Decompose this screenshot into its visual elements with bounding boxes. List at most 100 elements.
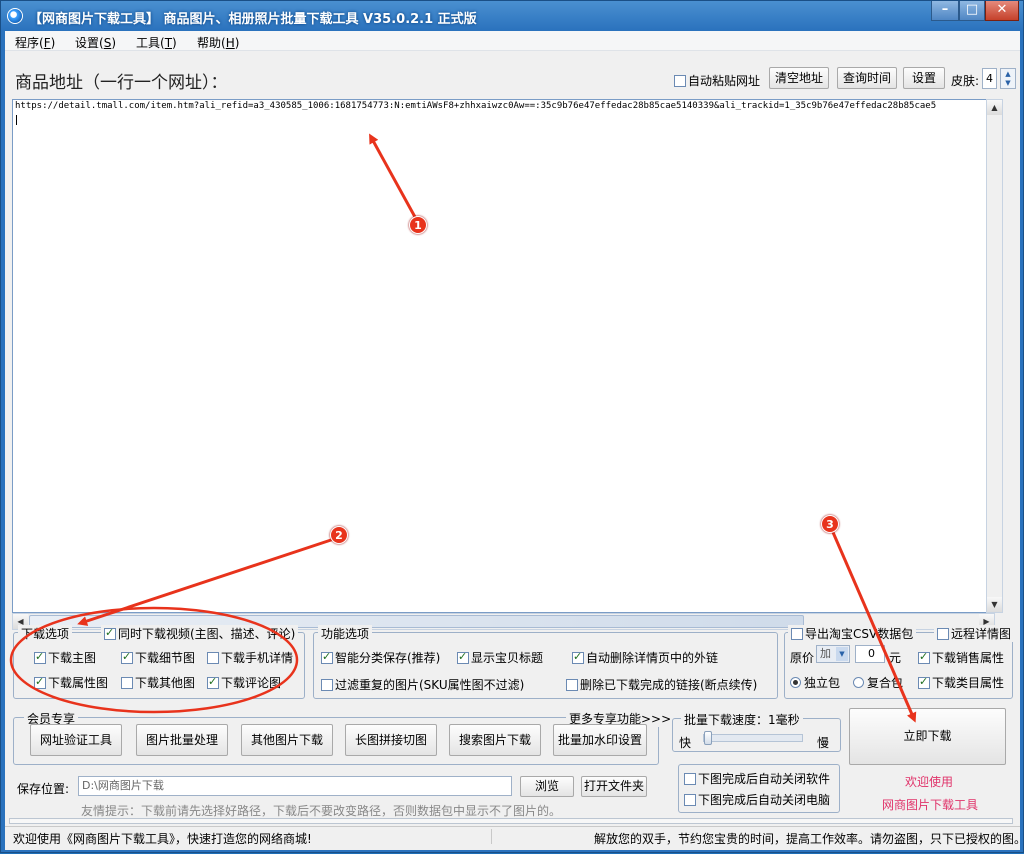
download-mobile-detail-checkbox[interactable]: 下载手机详情 <box>207 649 293 666</box>
status-divider <box>491 829 492 844</box>
annotation-marker-1: 1 <box>409 216 427 234</box>
download-review-image-checkbox[interactable]: 下载评论图 <box>207 674 281 691</box>
filter-duplicates-checkbox[interactable]: 过滤重复的图片(SKU属性图不过滤) <box>321 676 524 693</box>
settings-button[interactable]: 设置 <box>903 67 945 89</box>
scroll-up-icon[interactable]: ▲ <box>987 100 1002 115</box>
check-icon <box>572 650 584 664</box>
status-left-text: 欢迎使用《网商图片下载工具》，快速打造您的网络商城! <box>13 832 312 846</box>
download-other-image-checkbox[interactable]: 下载其他图 <box>121 674 195 691</box>
minimize-button[interactable]: – <box>931 1 959 21</box>
download-attribute-image-checkbox[interactable]: 下载属性图 <box>34 674 108 691</box>
menu-tools-label: 工具 <box>136 36 161 50</box>
query-time-button[interactable]: 查询时间 <box>837 67 897 89</box>
save-hint-text: 友情提示：下载前请先选择好路径，下载后不要改变路径，否则数据包中显示不了图片的。 <box>81 804 562 818</box>
clear-urls-button[interactable]: 清空地址 <box>769 67 829 89</box>
download-other-image-label: 下载其他图 <box>135 676 196 690</box>
menu-settings-hotkey: S <box>103 36 112 50</box>
skin-label: 皮肤: <box>951 74 980 88</box>
menu-settings[interactable]: 设置(S) <box>75 34 116 51</box>
radio-icon <box>853 677 864 688</box>
auto-paste-check-icon <box>674 75 686 87</box>
package-single-radio[interactable]: 独立包 <box>790 674 840 691</box>
download-sales-attr-checkbox[interactable]: 下载销售属性 <box>918 649 1004 666</box>
auto-paste-checkbox[interactable]: 自动粘贴网址 <box>674 72 760 89</box>
speed-slow-label: 慢 <box>817 736 830 750</box>
menu-tools[interactable]: 工具(T) <box>136 34 177 51</box>
vertical-scrollbar[interactable]: ▲ ▼ <box>986 99 1003 613</box>
check-icon <box>684 794 696 806</box>
spin-down-icon[interactable]: ▼ <box>1001 79 1015 88</box>
status-bar: 欢迎使用《网商图片下载工具》，快速打造您的网络商城! 解放您的双手，节约您宝贵的… <box>5 826 1024 846</box>
browse-button[interactable]: 浏览 <box>520 776 574 797</box>
download-options-legend: 下载选项 <box>18 625 73 642</box>
progress-bar <box>9 818 1013 824</box>
long-image-stitch-button[interactable]: 长图拼接切图 <box>345 724 437 756</box>
skin-input[interactable]: 4 <box>982 68 997 89</box>
show-title-checkbox[interactable]: 显示宝贝标题 <box>457 649 543 666</box>
download-detail-image-label: 下载细节图 <box>135 651 196 665</box>
package-multi-radio[interactable]: 复合包 <box>853 674 903 691</box>
package-single-label: 独立包 <box>804 676 841 690</box>
export-csv-checkbox[interactable]: 导出淘宝CSV数据包 <box>788 625 917 642</box>
app-logo-icon <box>7 8 23 24</box>
speed-slider-track[interactable] <box>703 731 803 745</box>
status-right-text: 解放您的双手，节约您宝贵的时间，提高工作效率。请勿盗图，只下已授权的图。 <box>594 832 1024 846</box>
title-bar[interactable]: 【网商图片下载工具】 商品图片、相册照片批量下载工具 V35.0.2.1 正式版… <box>1 1 1023 31</box>
open-folder-button[interactable]: 打开文件夹 <box>581 776 647 797</box>
check-icon <box>207 675 219 689</box>
function-options-legend: 功能选项 <box>318 625 373 642</box>
other-image-download-button[interactable]: 其他图片下载 <box>241 724 333 756</box>
price-value-input[interactable]: 0 <box>855 645 885 663</box>
url-textarea[interactable]: https://detail.tmall.com/item.htm?ali_re… <box>12 99 995 613</box>
download-detail-image-checkbox[interactable]: 下载细节图 <box>121 649 195 666</box>
check-icon <box>34 675 46 689</box>
price-unit-label: 元 <box>889 651 902 665</box>
menu-bar: 程序(F) 设置(S) 工具(T) 帮助(H) <box>5 31 1020 51</box>
check-icon <box>207 652 219 664</box>
download-now-button[interactable]: 立即下载 <box>849 708 1006 765</box>
close-button[interactable]: ✕ <box>985 1 1019 21</box>
skin-spinner[interactable]: ▲ ▼ <box>1000 68 1016 89</box>
welcome-line2: 网商图片下载工具 <box>882 798 979 812</box>
delete-completed-links-label: 删除已下载完成的链接(断点续传) <box>580 678 758 692</box>
delete-completed-links-checkbox[interactable]: 删除已下载完成的链接(断点续传) <box>566 676 757 693</box>
text-caret <box>16 115 17 125</box>
maximize-button[interactable]: □ <box>959 1 985 21</box>
download-video-check-icon <box>104 626 116 640</box>
save-path-input[interactable]: D:\网商图片下载 <box>78 776 512 796</box>
annotation-marker-3: 3 <box>821 515 839 533</box>
auto-shutdown-checkbox[interactable]: 下图完成后自动关闭电脑 <box>684 791 830 808</box>
speed-slider-thumb[interactable] <box>704 731 712 745</box>
batch-watermark-button[interactable]: 批量加水印设置 <box>553 724 647 756</box>
price-operation-select[interactable]: 加 ▼ <box>816 645 850 663</box>
window-title: 【网商图片下载工具】 商品图片、相册照片批量下载工具 V35.0.2.1 正式版 <box>29 12 477 27</box>
client-area: 程序(F) 设置(S) 工具(T) 帮助(H) 商品地址（一行一个网址）： 自动… <box>5 31 1024 850</box>
check-icon <box>937 628 949 640</box>
check-icon <box>34 650 46 664</box>
check-icon <box>566 679 578 691</box>
save-location-label: 保存位置: <box>17 782 70 796</box>
remove-external-links-checkbox[interactable]: 自动删除详情页中的外链 <box>572 649 718 666</box>
download-main-image-checkbox[interactable]: 下载主图 <box>34 649 96 666</box>
auto-paste-label: 自动粘贴网址 <box>688 74 761 88</box>
url-verify-button[interactable]: 网址验证工具 <box>30 724 122 756</box>
remove-external-links-label: 自动删除详情页中的外链 <box>586 651 719 665</box>
download-video-label: 同时下载视频(主图、描述、评论) <box>118 627 296 641</box>
auto-shutdown-label: 下图完成后自动关闭电脑 <box>698 793 831 807</box>
scroll-down-icon[interactable]: ▼ <box>987 597 1002 612</box>
smart-classify-checkbox[interactable]: 智能分类保存(推荐) <box>321 649 440 666</box>
menu-program[interactable]: 程序(F) <box>15 34 55 51</box>
download-video-checkbox[interactable]: 同时下载视频(主图、描述、评论) <box>101 625 299 642</box>
check-icon <box>321 650 333 664</box>
auto-close-app-label: 下图完成后自动关闭软件 <box>698 772 831 786</box>
batch-process-button[interactable]: 图片批量处理 <box>136 724 228 756</box>
menu-help[interactable]: 帮助(H) <box>197 34 239 51</box>
download-review-image-label: 下载评论图 <box>221 676 282 690</box>
check-icon <box>321 679 333 691</box>
download-category-attr-checkbox[interactable]: 下载类目属性 <box>918 674 1004 691</box>
remote-detail-checkbox[interactable]: 远程详情图 <box>934 625 1015 642</box>
auto-close-app-checkbox[interactable]: 下图完成后自动关闭软件 <box>684 770 830 787</box>
remote-detail-label: 远程详情图 <box>951 627 1012 641</box>
search-image-download-button[interactable]: 搜索图片下载 <box>449 724 541 756</box>
spin-up-icon[interactable]: ▲ <box>1001 69 1015 79</box>
